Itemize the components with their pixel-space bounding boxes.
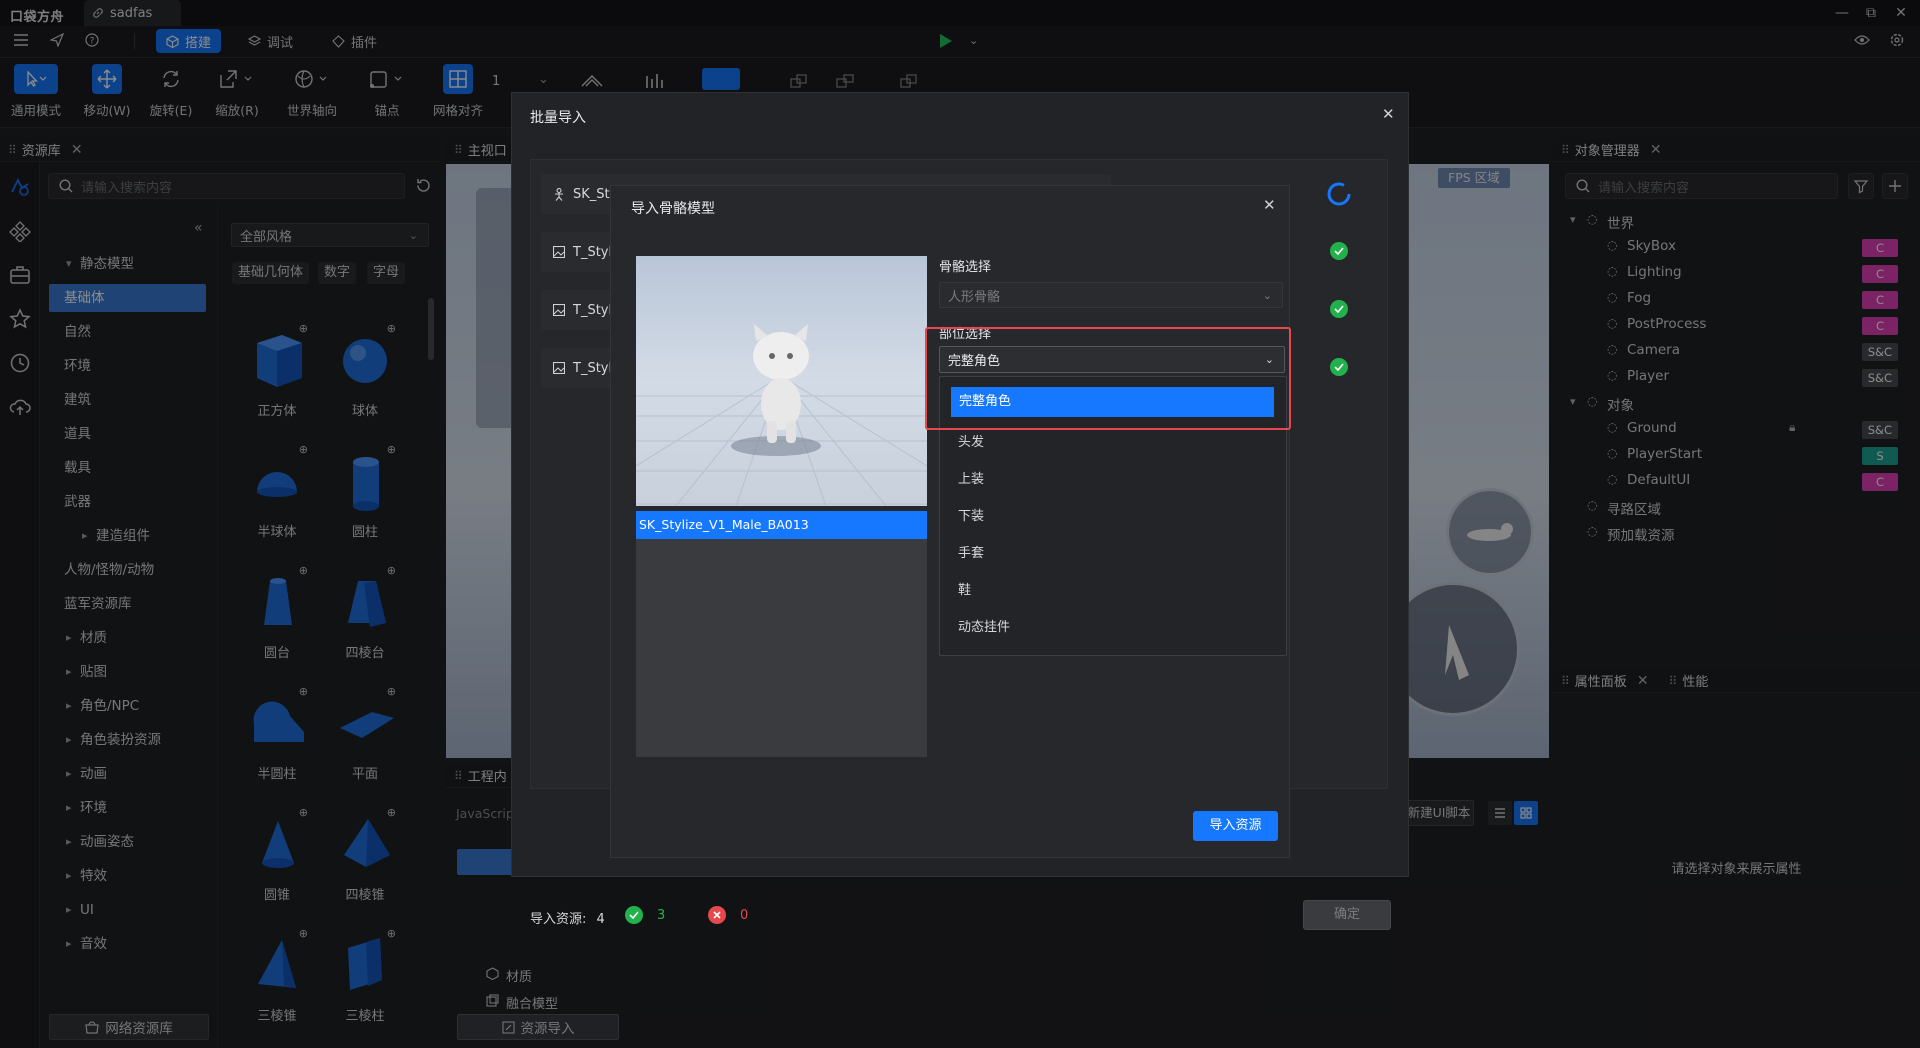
error-circle-icon — [708, 906, 726, 924]
dropdown-option[interactable]: 动态挂件 — [958, 609, 1274, 646]
model-name-label[interactable]: SK_Stylize_V1_Male_BA013 — [636, 511, 927, 539]
dropdown-option[interactable]: 上装 — [958, 461, 1274, 498]
chevron-down-icon: ⌄ — [1262, 288, 1272, 302]
dropdown-option[interactable]: 鞋 — [958, 572, 1274, 609]
success-count-value: 3 — [657, 907, 666, 923]
close-icon[interactable]: ✕ — [1263, 196, 1276, 214]
confirm-button[interactable]: 确定 — [1303, 900, 1391, 930]
import-resource-button[interactable]: 导入资源 — [1193, 811, 1278, 841]
skeleton-select-value: 人形骨骼 — [948, 289, 1001, 305]
check-circle-icon — [1330, 242, 1348, 260]
skeleton-select-label: 骨骼选择 — [939, 260, 992, 275]
import-skeleton-title: 导入骨骼模型 — [631, 201, 715, 217]
loading-spinner-icon — [1326, 181, 1352, 207]
failed-count-value: 0 — [740, 907, 749, 923]
image-icon — [553, 362, 565, 374]
part-select[interactable]: 完整角色 ⌄ — [939, 346, 1285, 373]
check-circle-icon — [625, 906, 643, 924]
image-icon — [553, 246, 565, 258]
close-icon[interactable]: ✕ — [1382, 105, 1395, 123]
part-select-value: 完整角色 — [948, 354, 1001, 369]
import-summary: 导入资源: 4 — [530, 908, 605, 927]
check-circle-icon — [1330, 358, 1348, 376]
dropdown-option[interactable]: 下装 — [958, 498, 1274, 535]
check-circle-icon — [1330, 300, 1348, 318]
batch-footer-divider — [513, 877, 1409, 878]
dropdown-option-selected[interactable]: 完整角色 — [951, 387, 1274, 417]
image-icon — [553, 304, 565, 316]
part-select-label: 部位选择 — [939, 327, 992, 342]
model-list-area — [636, 539, 927, 757]
import-success-count: 3 — [625, 906, 665, 924]
import-total-count: 4 — [596, 912, 605, 927]
dropdown-option[interactable]: 手套 — [958, 535, 1274, 572]
skeleton-select[interactable]: 人形骨骼 ⌄ — [939, 282, 1283, 308]
import-failed-count: 0 — [708, 906, 748, 924]
model-preview[interactable] — [636, 256, 927, 506]
batch-import-title: 批量导入 — [530, 110, 586, 126]
import-summary-label: 导入资源: — [530, 912, 587, 927]
chevron-down-icon: ⌄ — [1264, 353, 1274, 366]
skeleton-icon — [553, 187, 565, 201]
dropdown-option[interactable]: 头发 — [958, 424, 1274, 461]
